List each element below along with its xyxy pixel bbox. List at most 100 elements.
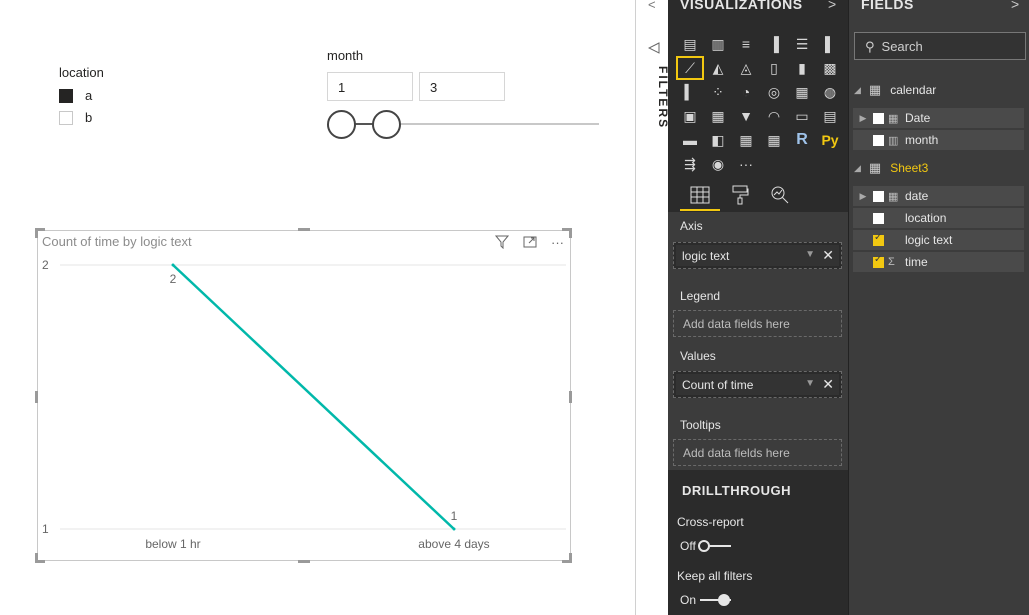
- visual-type-icon[interactable]: ▥: [704, 32, 732, 56]
- visual-type-icon[interactable]: ◔: [732, 80, 760, 104]
- visual-type-icon[interactable]: ▣: [676, 104, 704, 128]
- visual-type-icon[interactable]: R: [788, 128, 816, 152]
- field-checkbox[interactable]: [873, 254, 884, 268]
- expand-caret-icon[interactable]: ▶: [853, 191, 873, 202]
- visual-type-icon[interactable]: ☰: [788, 32, 816, 56]
- analytics-icon[interactable]: [768, 184, 792, 206]
- visual-type-icon[interactable]: ≡: [732, 32, 760, 56]
- visual-type-icon[interactable]: ▌: [816, 32, 844, 56]
- resize-handle[interactable]: [35, 553, 38, 563]
- tooltips-well[interactable]: Add data fields here: [673, 439, 842, 466]
- table-calendar[interactable]: ◢ ▦ calendar: [854, 82, 936, 98]
- visual-type-icon[interactable]: ◍: [816, 80, 844, 104]
- toggle-track[interactable]: [700, 594, 732, 606]
- visual-type-icon[interactable]: ⇶: [676, 152, 704, 176]
- location-option-b[interactable]: b: [59, 110, 92, 125]
- drillthrough-header: DRILLTHROUGH: [682, 483, 792, 498]
- format-paint-icon[interactable]: [728, 184, 752, 206]
- field-date-sheet3[interactable]: ▶ ▦ date: [853, 186, 1024, 206]
- values-well[interactable]: Count of time ▼ ✕: [673, 371, 842, 398]
- expand-caret-icon[interactable]: ▶: [853, 113, 873, 124]
- visual-type-icon[interactable]: ⟋: [676, 56, 704, 80]
- visual-type-icon[interactable]: ⁘: [704, 80, 732, 104]
- visual-type-icon[interactable]: ▐: [760, 32, 788, 56]
- visual-type-icon[interactable]: ▦: [788, 80, 816, 104]
- visual-type-icon[interactable]: ◬: [732, 56, 760, 80]
- collapse-caret-icon[interactable]: ◢: [854, 85, 861, 96]
- visual-type-icon[interactable]: ▤: [676, 32, 704, 56]
- field-month[interactable]: ▥ month: [853, 130, 1024, 150]
- resize-handle[interactable]: [298, 560, 310, 563]
- resize-handle[interactable]: [298, 228, 310, 231]
- line-chart-visual[interactable]: Count of time by logic text ··· 1 2 below …: [37, 230, 571, 561]
- resize-handle[interactable]: [569, 391, 572, 403]
- axis-field-name: logic text: [682, 249, 730, 263]
- toggle-knob[interactable]: [718, 594, 731, 606]
- checkbox-b[interactable]: [59, 110, 73, 125]
- resize-handle[interactable]: [569, 228, 572, 238]
- series-line: [172, 264, 455, 530]
- axis-well[interactable]: logic text ▼ ✕: [673, 242, 842, 269]
- collapse-left-icon[interactable]: <: [648, 0, 656, 12]
- visual-type-icon[interactable]: ▮: [788, 56, 816, 80]
- visual-type-icon[interactable]: ▬: [676, 128, 704, 152]
- fields-tab-icon[interactable]: [688, 184, 712, 206]
- fields-search-input[interactable]: ⚲ Search: [854, 32, 1026, 60]
- field-time[interactable]: Σ time: [853, 252, 1024, 272]
- visual-type-icon[interactable]: ◭: [704, 56, 732, 80]
- search-icon: ⚲: [865, 39, 875, 54]
- visual-type-icon[interactable]: ◎: [760, 80, 788, 104]
- visual-type-icon[interactable]: ◠: [760, 104, 788, 128]
- x-tick-label: below 1 hr: [145, 537, 200, 551]
- field-checkbox[interactable]: [873, 212, 884, 224]
- visual-type-icon[interactable]: ▯: [760, 56, 788, 80]
- location-option-a[interactable]: a: [59, 88, 92, 103]
- visual-type-icon[interactable]: ▼: [732, 104, 760, 128]
- resize-handle[interactable]: [569, 553, 572, 563]
- keep-filters-state: On: [680, 593, 697, 607]
- field-checkbox[interactable]: [873, 112, 884, 124]
- cross-report-toggle[interactable]: Off: [680, 539, 731, 553]
- legend-well[interactable]: Add data fields here: [673, 310, 842, 337]
- expand-right-icon[interactable]: >: [1011, 0, 1019, 12]
- visual-type-icon[interactable]: Py: [816, 128, 844, 152]
- chevron-down-icon[interactable]: ▼: [805, 378, 815, 389]
- remove-field-icon[interactable]: ✕: [822, 376, 834, 393]
- field-date-calendar[interactable]: ▶ ▦ Date: [853, 108, 1024, 128]
- field-checkbox[interactable]: [873, 232, 884, 246]
- visual-type-icon[interactable]: ▦: [760, 128, 788, 152]
- table-sheet3[interactable]: ◢ ▦ Sheet3: [854, 160, 928, 176]
- visual-type-icon[interactable]: ▤: [816, 104, 844, 128]
- month-max-input[interactable]: 3: [419, 72, 505, 101]
- visual-type-icon[interactable]: ▩: [816, 56, 844, 80]
- visual-type-icon[interactable]: ▦: [732, 128, 760, 152]
- field-location[interactable]: location: [853, 208, 1024, 228]
- resize-handle[interactable]: [35, 391, 38, 403]
- field-checkbox[interactable]: [873, 134, 884, 146]
- visual-type-icon[interactable]: ◉: [704, 152, 732, 176]
- hierarchy-icon: ▥: [888, 134, 899, 147]
- collapse-caret-icon[interactable]: ◢: [854, 163, 861, 174]
- field-logic-text[interactable]: logic text: [853, 230, 1024, 250]
- resize-handle[interactable]: [35, 228, 38, 238]
- field-checkbox[interactable]: [873, 190, 884, 202]
- toggle-knob[interactable]: [697, 540, 710, 552]
- visual-type-icon[interactable]: ▍: [676, 80, 704, 104]
- values-field-pill[interactable]: Count of time ▼ ✕: [676, 374, 839, 395]
- report-canvas[interactable]: location a b month 1 3 Count of time by …: [0, 0, 636, 615]
- chevron-down-icon[interactable]: ▼: [805, 249, 815, 260]
- visual-type-icon[interactable]: ▦: [704, 104, 732, 128]
- month-min-input[interactable]: 1: [327, 72, 413, 101]
- month-slider-max-handle[interactable]: [372, 110, 401, 139]
- toggle-track[interactable]: [697, 540, 731, 552]
- visual-type-icon[interactable]: ▭: [788, 104, 816, 128]
- month-slider-min-handle[interactable]: [327, 110, 356, 139]
- keep-filters-toggle[interactable]: On: [680, 593, 732, 607]
- visual-type-icon[interactable]: ◧: [704, 128, 732, 152]
- remove-field-icon[interactable]: ✕: [822, 247, 834, 264]
- axis-field-pill[interactable]: logic text ▼ ✕: [676, 245, 839, 266]
- visual-type-icon[interactable]: ···: [732, 152, 760, 176]
- filter-funnel-icon: [647, 42, 660, 57]
- expand-right-icon[interactable]: >: [828, 0, 836, 12]
- checkbox-a[interactable]: [59, 88, 73, 103]
